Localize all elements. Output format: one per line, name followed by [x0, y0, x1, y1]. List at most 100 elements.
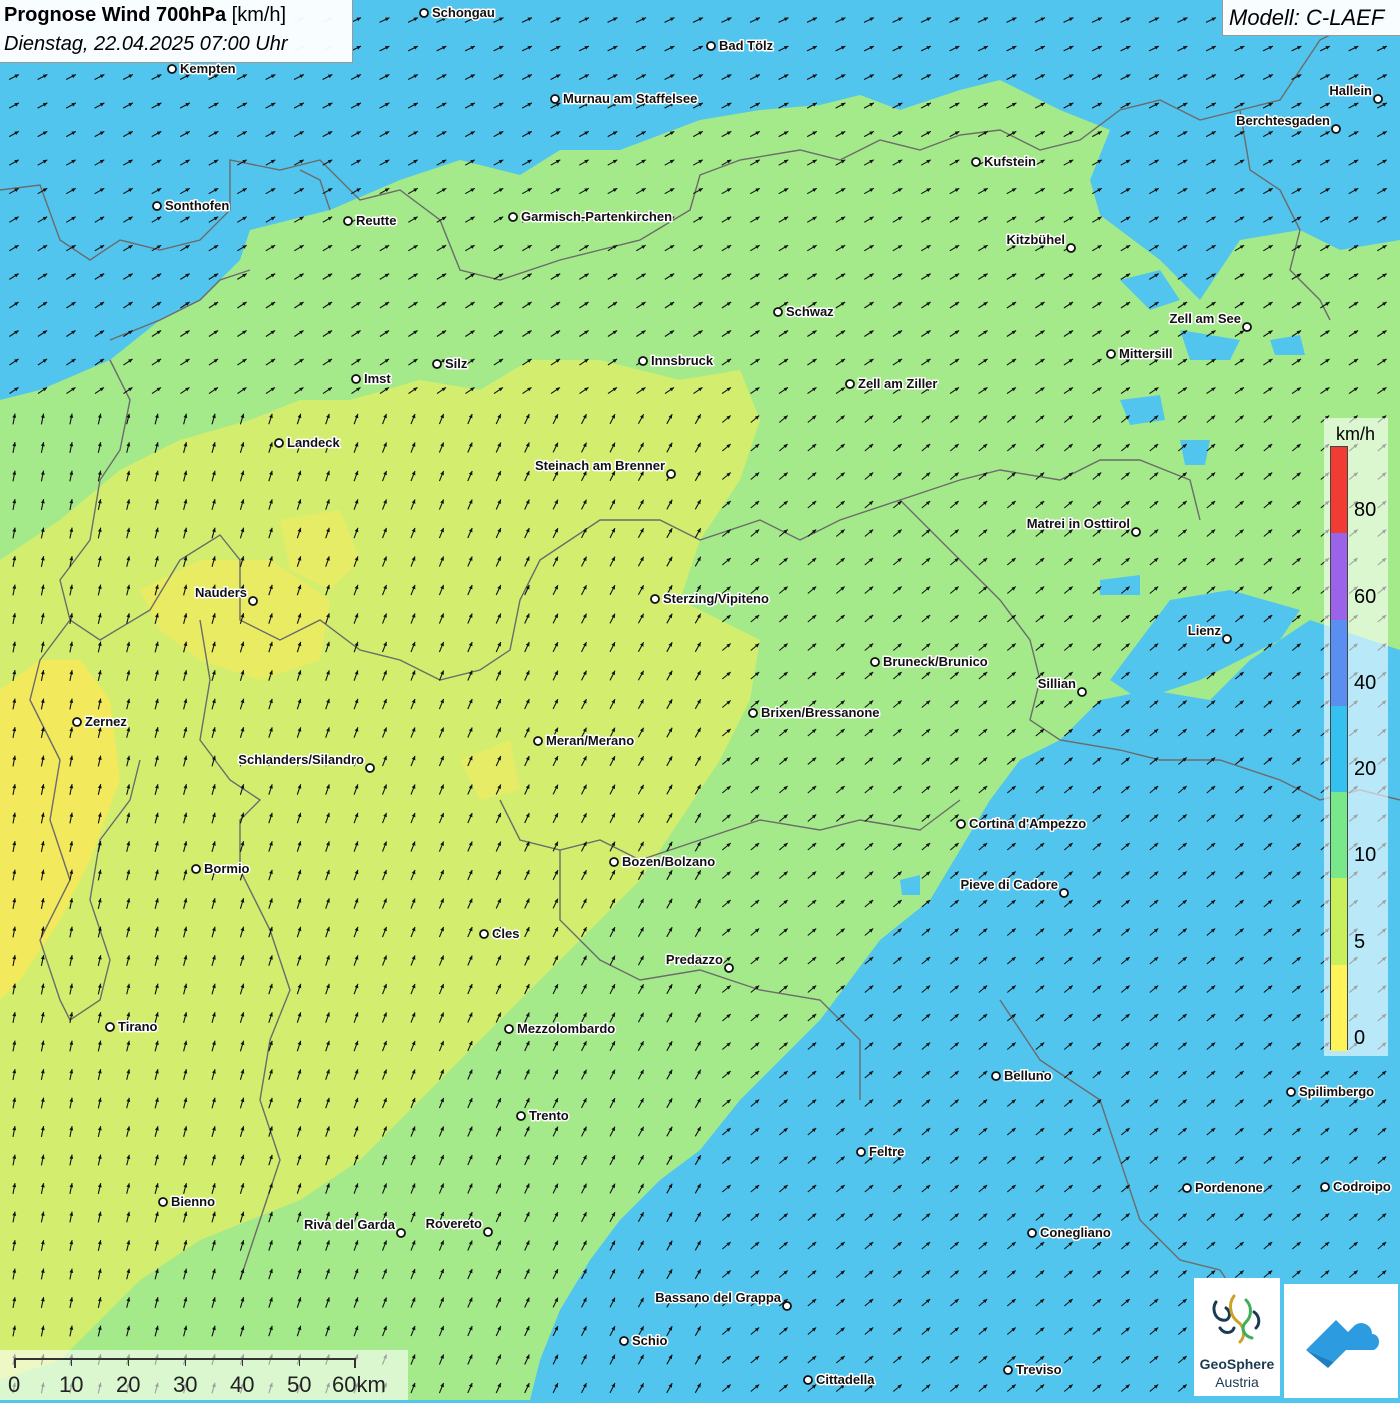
scale-label: 50 — [287, 1372, 312, 1397]
scale-label: 20 — [116, 1372, 141, 1397]
legend-color-step — [1331, 792, 1347, 879]
city-label: Bassano del Grappa — [655, 1290, 781, 1305]
city-marker — [432, 359, 442, 369]
legend-tick-label: 80 — [1354, 499, 1377, 522]
city-marker — [105, 1022, 115, 1032]
city-marker — [1059, 888, 1069, 898]
city-label: Bienno — [171, 1194, 215, 1209]
city-label: Steinach am Brenner — [535, 458, 665, 473]
map-title-main: Prognose Wind 700hPa — [4, 4, 227, 26]
city-label: Feltre — [869, 1144, 904, 1159]
geosphere-logo[interactable]: GeoSphere Austria — [1194, 1278, 1280, 1396]
scale-line — [14, 1358, 356, 1368]
city-marker — [956, 819, 966, 829]
city-marker — [748, 708, 758, 718]
legend-tick-label: 10 — [1354, 844, 1377, 867]
scale-label: 40 — [230, 1372, 255, 1397]
city-marker — [619, 1336, 629, 1346]
city-label: Sillian — [1038, 676, 1076, 691]
city-label: Brixen/Bressanone — [761, 705, 880, 720]
city-marker — [706, 41, 716, 51]
city-label: Bruneck/Brunico — [883, 654, 988, 669]
city-marker — [856, 1147, 866, 1157]
city-marker — [274, 438, 284, 448]
city-marker — [158, 1197, 168, 1207]
city-marker — [152, 201, 162, 211]
city-label: Zell am See — [1169, 311, 1241, 326]
city-marker — [1286, 1087, 1296, 1097]
city-marker — [1106, 349, 1116, 359]
map-title-unit: [km/h] — [231, 4, 287, 26]
city-marker — [1077, 687, 1087, 697]
city-marker — [504, 1024, 514, 1034]
city-marker — [1331, 124, 1341, 134]
city-label: Bozen/Bolzano — [622, 854, 715, 869]
city-marker — [638, 356, 648, 366]
legend-color-step — [1331, 705, 1347, 793]
city-marker — [516, 1111, 526, 1121]
legend-tick-label: 20 — [1354, 758, 1377, 781]
city-label: Codroipo — [1333, 1179, 1391, 1194]
city-marker — [191, 864, 201, 874]
legend-color-step — [1331, 964, 1347, 1051]
scale-tick — [242, 1360, 243, 1366]
city-marker — [803, 1375, 813, 1385]
city-label: Bormio — [204, 861, 250, 876]
city-label: Cortina d'Ampezzo — [969, 816, 1086, 831]
city-label: Belluno — [1004, 1068, 1052, 1083]
legend-tick-label: 60 — [1354, 585, 1377, 608]
city-label: Pieve di Cadore — [960, 877, 1058, 892]
city-marker — [396, 1228, 406, 1238]
city-label: Sterzing/Vipiteno — [663, 591, 769, 606]
weather-app-logo[interactable] — [1284, 1284, 1398, 1398]
city-marker — [609, 857, 619, 867]
city-marker — [1222, 634, 1232, 644]
city-marker — [72, 717, 82, 727]
city-label: Kempten — [180, 61, 236, 76]
model-box: Modell: C-LAEF — [1222, 0, 1400, 36]
color-legend: km/h 80 60 40 20 10 5 0 — [1324, 418, 1388, 1056]
city-label: Berchtesgaden — [1236, 113, 1330, 128]
city-label: Rovereto — [426, 1216, 482, 1231]
city-marker — [1131, 527, 1141, 537]
city-label: Zell am Ziller — [858, 376, 937, 391]
city-label: Trento — [529, 1108, 569, 1123]
city-label: Bad Tölz — [719, 38, 774, 53]
city-label: Riva del Garda — [304, 1217, 396, 1232]
city-marker — [1373, 94, 1383, 104]
city-label: Garmisch-Partenkirchen — [521, 209, 672, 224]
city-label: Kitzbühel — [1007, 232, 1066, 247]
city-marker — [167, 64, 177, 74]
city-marker — [1182, 1183, 1192, 1193]
city-marker — [343, 216, 353, 226]
city-label: Lienz — [1188, 623, 1222, 638]
city-label: Schwaz — [786, 304, 834, 319]
scale-tick — [299, 1360, 300, 1366]
city-marker — [1242, 322, 1252, 332]
city-marker — [248, 596, 258, 606]
city-label: Predazzo — [666, 952, 723, 967]
city-label: Nauders — [195, 585, 247, 600]
legend-color-step — [1331, 878, 1347, 965]
scale-label: 30 — [173, 1372, 198, 1397]
legend-color-step — [1331, 533, 1347, 620]
scale-tick — [128, 1360, 129, 1366]
city-label: Schio — [632, 1333, 667, 1348]
city-marker — [724, 963, 734, 973]
city-marker — [1320, 1182, 1330, 1192]
legend-tick-label: 5 — [1354, 930, 1366, 953]
title-box: Prognose Wind 700hPa [km/h] Dienstag, 22… — [0, 0, 353, 63]
city-marker — [666, 469, 676, 479]
city-label: Imst — [364, 371, 391, 386]
scale-bar: 0 10 20 30 40 50 60km — [0, 1350, 408, 1400]
city-label: Tirano — [118, 1019, 158, 1034]
scale-label: 60km — [332, 1372, 386, 1397]
city-marker — [1027, 1228, 1037, 1238]
city-label: Sonthofen — [165, 198, 229, 213]
city-label: Reutte — [356, 213, 396, 228]
city-marker — [1003, 1365, 1013, 1375]
city-label: Treviso — [1016, 1362, 1062, 1377]
geosphere-subtitle: Austria — [1215, 1374, 1259, 1390]
city-label: Silz — [445, 356, 468, 371]
city-marker — [650, 594, 660, 604]
